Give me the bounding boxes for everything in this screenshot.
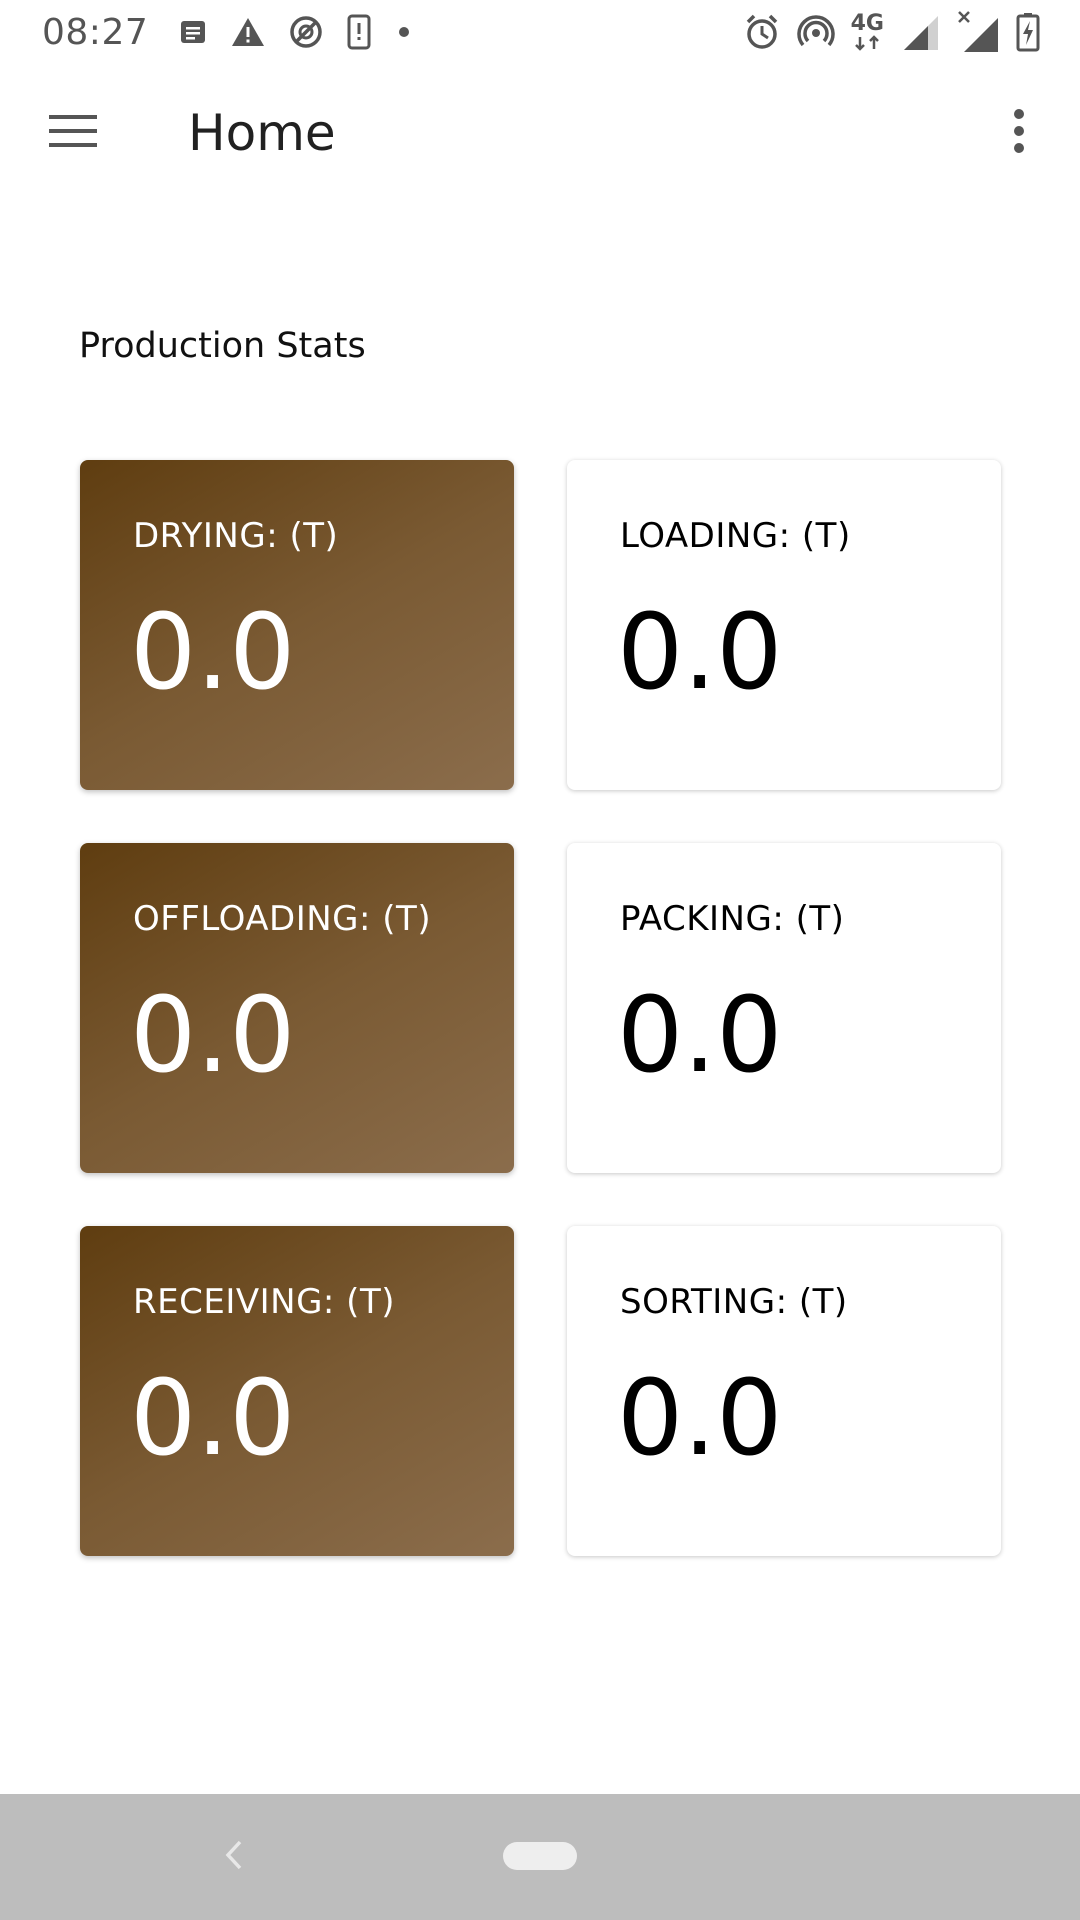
offloading-stat-card[interactable]: OFFLOADING: (T) 0.0 <box>80 843 514 1173</box>
phone-alert-icon <box>346 14 372 50</box>
home-screen: 08:27 4G Home Production Stats DRYING: (… <box>0 0 1080 1920</box>
card-value: 0.0 <box>617 974 783 1096</box>
page-title: Home <box>188 104 336 162</box>
app-bar: Home <box>0 64 1080 216</box>
card-label: DRYING: (T) <box>133 516 339 556</box>
card-label: PACKING: (T) <box>620 899 845 939</box>
section-title: Production Stats <box>79 326 366 366</box>
card-label: RECEIVING: (T) <box>133 1282 395 1322</box>
menu-icon <box>47 111 99 155</box>
warning-icon <box>230 16 266 48</box>
status-bar: 08:27 4G <box>0 0 1080 64</box>
packing-stat-card[interactable]: PACKING: (T) 0.0 <box>567 843 1001 1173</box>
sync-disabled-icon <box>288 14 324 50</box>
overflow-menu-button[interactable] <box>984 100 1054 166</box>
back-button[interactable] <box>214 1832 254 1882</box>
card-value: 0.0 <box>130 1357 296 1479</box>
back-chevron-icon <box>222 1838 246 1876</box>
card-label: LOADING: (T) <box>620 516 851 556</box>
drying-stat-card[interactable]: DRYING: (T) 0.0 <box>80 460 514 790</box>
message-icon <box>178 17 208 47</box>
status-bar-left: 08:27 <box>0 12 414 53</box>
hotspot-icon <box>796 13 835 51</box>
signal-icon <box>900 12 940 52</box>
card-label: SORTING: (T) <box>620 1282 848 1322</box>
card-value: 0.0 <box>130 974 296 1096</box>
status-time: 08:27 <box>42 11 149 53</box>
receiving-stat-card[interactable]: RECEIVING: (T) 0.0 <box>80 1226 514 1556</box>
alarm-icon <box>743 13 781 51</box>
card-label: OFFLOADING: (T) <box>133 899 432 939</box>
dot-icon <box>394 22 414 42</box>
sorting-stat-card[interactable]: SORTING: (T) 0.0 <box>567 1226 1001 1556</box>
status-bar-right: 4G <box>743 10 1080 54</box>
signal-no-service-icon <box>956 10 1000 54</box>
battery-charging-icon <box>1016 12 1040 52</box>
loading-stat-card[interactable]: LOADING: (T) 0.0 <box>567 460 1001 790</box>
network-4g-icon: 4G <box>851 13 884 51</box>
card-value: 0.0 <box>130 591 296 713</box>
card-value: 0.0 <box>617 591 783 713</box>
more-vert-icon <box>1012 108 1026 158</box>
card-value: 0.0 <box>617 1357 783 1479</box>
system-nav-bar <box>0 1794 1080 1920</box>
network-4g-label: 4G <box>850 11 884 36</box>
menu-button[interactable] <box>34 100 112 166</box>
home-pill-icon[interactable] <box>503 1842 577 1870</box>
